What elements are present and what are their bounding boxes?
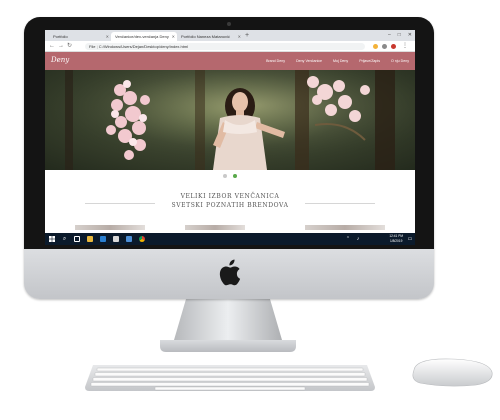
back-icon[interactable]: ←	[49, 41, 55, 52]
new-tab-button[interactable]: +	[245, 31, 249, 40]
imac-mockup-scene: Portfolio ✕ Venčanice/dex-venčanja Deny …	[0, 0, 500, 420]
windows-start-icon[interactable]	[49, 236, 55, 242]
volume-icon[interactable]: ♪	[355, 235, 361, 243]
search-icon[interactable]: ⌕	[61, 235, 68, 243]
screen: Portfolio ✕ Venčanice/dex-venčanja Deny …	[45, 30, 415, 245]
product-thumb-3[interactable]	[305, 225, 385, 230]
store-icon[interactable]	[100, 236, 106, 242]
close-icon[interactable]: ✕	[106, 32, 109, 41]
task-view-icon[interactable]	[74, 236, 80, 242]
headline-line-1: Veliki izbor venčanica	[180, 193, 280, 200]
tab-label: Portfolio Naneza Matanović	[181, 34, 230, 39]
clock-date: 1/8/2019	[389, 238, 403, 243]
divider-right	[305, 203, 375, 204]
menu-item-brand[interactable]: Brand Deny	[266, 59, 285, 63]
menu-item-o-nju[interactable]: O nju Deny	[391, 59, 409, 63]
file-explorer-icon[interactable]	[87, 236, 93, 242]
site-menu: Brand Deny Deny Venčanice Moj Deny Prija…	[266, 52, 409, 70]
browser-toolbar: ← → ↻ File | C:/Windows/Users/Dejan/Desk…	[45, 41, 415, 52]
site-logo[interactable]: Deny	[51, 56, 69, 64]
browser-tab-portfolio-2[interactable]: Portfolio Naneza Matanović ✕	[177, 32, 243, 41]
close-window-button[interactable]: ✕	[408, 30, 412, 41]
close-icon[interactable]: ✕	[172, 32, 175, 41]
close-icon[interactable]: ✕	[238, 32, 241, 41]
extension-icon[interactable]	[382, 44, 387, 49]
mail-icon[interactable]	[113, 236, 119, 242]
notification-icon[interactable]: ▭	[407, 235, 413, 243]
system-clock[interactable]: 12:41 PM 1/8/2019	[389, 234, 403, 243]
magic-mouse	[412, 358, 493, 387]
browser-tab-bar: Portfolio ✕ Venčanice/dex-venčanja Deny …	[45, 30, 415, 41]
chrome-icon[interactable]	[139, 236, 145, 242]
menu-item-prijave[interactable]: Prijave/Zapis	[359, 59, 380, 63]
carousel-dot-1[interactable]	[223, 174, 227, 178]
photos-icon[interactable]	[126, 236, 132, 242]
imac-chin	[24, 249, 434, 299]
bookmark-star-icon[interactable]	[373, 44, 378, 49]
browser-tab-portfolio[interactable]: Portfolio ✕	[49, 32, 111, 41]
tab-label: Portfolio	[53, 34, 68, 39]
product-thumb-2[interactable]	[185, 225, 245, 230]
keyboard	[85, 365, 375, 391]
reload-icon[interactable]: ↻	[67, 41, 72, 52]
network-icon[interactable]: ⌃	[345, 235, 351, 243]
maximize-button[interactable]: □	[398, 30, 401, 41]
hero-slider-image	[45, 70, 415, 170]
camera-icon	[227, 22, 231, 26]
url-text: C:/Windows/Users/Dejan/Desktop/deny/inde…	[98, 44, 189, 49]
address-bar[interactable]: File | C:/Windows/Users/Dejan/Desktop/de…	[85, 43, 365, 50]
divider-left	[85, 203, 155, 204]
menu-item-venčanice[interactable]: Deny Venčanice	[296, 59, 322, 63]
profile-avatar[interactable]	[391, 44, 396, 49]
window-controls: – □ ✕	[388, 30, 412, 41]
hero-bride-photo	[45, 70, 415, 170]
tab-label: Venčanice/dex-venčanja Deny	[115, 34, 169, 39]
clock-time: 12:41 PM	[389, 234, 403, 238]
product-thumbnails	[45, 225, 415, 230]
windows-taskbar: ⌕ ⌃ ♪ 12:41 PM 1/8/2019 ▭	[45, 233, 415, 245]
minimize-button[interactable]: –	[388, 30, 391, 41]
menu-item-moj-deny[interactable]: Moj Deny	[333, 59, 348, 63]
url-prefix: File	[89, 44, 96, 49]
browser-tab-deny[interactable]: Venčanice/dex-venčanja Deny ✕	[111, 32, 177, 41]
carousel-indicators	[45, 173, 415, 179]
menu-icon[interactable]: ⋮	[402, 41, 408, 52]
product-thumb-1[interactable]	[75, 225, 145, 230]
forward-icon[interactable]: →	[58, 41, 64, 52]
carousel-dot-2[interactable]	[233, 174, 237, 178]
site-header: Deny Brand Deny Deny Venčanice Moj Deny …	[45, 52, 415, 70]
apple-logo-icon	[219, 259, 241, 286]
section-headline: Veliki izbor venčanica Svetski poznatih …	[45, 192, 415, 210]
